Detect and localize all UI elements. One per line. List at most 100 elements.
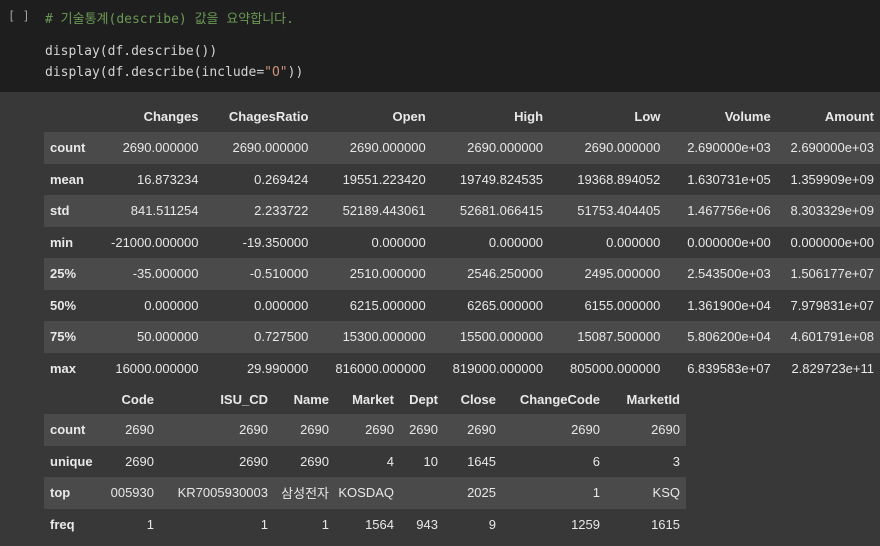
table-cell: 1 (321, 516, 329, 532)
table-cell: -35.000000 (132, 266, 199, 282)
row-label: mean (50, 171, 84, 187)
code-string: "O" (264, 65, 288, 80)
table-cell: 0.000000 (606, 234, 661, 250)
row-label: top (50, 485, 71, 501)
table-cell: 9 (488, 516, 496, 532)
table-cell: 1 (592, 485, 600, 501)
table-cell: 15087.500000 (577, 329, 661, 345)
table-row: count 2690.000000 2690.000000 2690.000000 26… (44, 132, 880, 164)
column-header: Volume (724, 108, 771, 124)
row-label: 50% (50, 297, 77, 313)
table-cell: 816000.000000 (335, 360, 426, 376)
run-cell-button[interactable]: [ ] (8, 9, 30, 23)
row-label: 75% (50, 329, 77, 345)
table-cell: 1615 (651, 516, 680, 532)
table-cell: 16.873234 (137, 171, 199, 187)
table-cell: 51753.404405 (577, 203, 661, 219)
table-cell: 6155.000000 (584, 297, 661, 313)
table-cell: 2.543500e+03 (687, 266, 771, 282)
table-cell: 2690.000000 (584, 140, 661, 156)
table-cell: 2690 (239, 453, 268, 469)
column-header: ChangeCode (519, 391, 600, 407)
table-cell: 0.000000 (144, 297, 199, 313)
code-text-suffix: )) (287, 65, 304, 80)
table-cell: 805000.000000 (570, 360, 661, 376)
index-header (44, 100, 94, 132)
table-cell: 819000.000000 (452, 360, 544, 376)
table-cell: 1.359909e+09 (790, 171, 874, 187)
table-cell: 2690 (467, 422, 496, 438)
table-cell: 2690 (571, 422, 600, 438)
column-header: Low (634, 108, 661, 124)
table-cell: 2495.000000 (584, 266, 661, 282)
table-cell: 1564 (365, 516, 394, 532)
table-cell: 1259 (571, 516, 600, 532)
table-cell: 2690 (409, 422, 438, 438)
table-row: 50% 0.000000 0.000000 6215.000000 6265.00000… (44, 289, 880, 321)
code-line-3: display(df.describe(include="O")) (45, 65, 303, 80)
code-text: display(df.describe()) (45, 44, 218, 59)
code-line-2: display(df.describe()) (45, 44, 217, 59)
table-cell: 4.601791e+08 (790, 329, 874, 345)
table-cell: 삼성전자 (281, 486, 329, 502)
table-cell: 52189.443061 (342, 203, 426, 219)
table-cell: 6 (592, 453, 600, 469)
table-cell: 2690 (300, 422, 329, 438)
table-cell: 841.511254 (130, 203, 199, 219)
table-cell: 2510.000000 (349, 266, 426, 282)
column-header: Changes (143, 108, 199, 124)
row-label: freq (50, 516, 75, 532)
column-header: High (514, 108, 544, 124)
code-comment: # 기술통계(describe) 값을 요약합니다. (45, 12, 294, 27)
table-row: 75% 50.000000 0.727500 15300.000000 15500.00… (44, 321, 880, 353)
table-cell: 19749.824535 (459, 171, 544, 187)
row-label: std (50, 203, 70, 219)
table-row: unique 2690 2690 2690 4 10 1645 6 3 (44, 445, 686, 477)
table-cell: 3 (672, 453, 680, 469)
table-cell: 2546.250000 (467, 266, 544, 282)
table-cell (400, 477, 444, 509)
code-text: display(df.describe(include= (45, 65, 265, 80)
table-cell: 2025 (467, 485, 496, 501)
cell-output: Changes ChagesRatio Open High Low Volume Amoun… (0, 92, 880, 546)
table-cell: 6.839583e+07 (687, 360, 771, 376)
table-cell: 10 (423, 453, 438, 469)
table-cell: 6265.000000 (467, 297, 544, 313)
table-cell: 1.361900e+04 (687, 297, 771, 313)
table-cell: 2.690000e+03 (790, 140, 874, 156)
column-header: ISU_CD (220, 391, 268, 407)
column-header: Code (121, 391, 155, 407)
table-cell: 2690 (239, 422, 268, 438)
row-label: max (50, 360, 77, 376)
table-cell: 2690 (365, 422, 394, 438)
table-cell: 29.990000 (246, 360, 309, 376)
table-cell: 2690 (651, 422, 680, 438)
table-cell: 1.630731e+05 (687, 171, 771, 187)
row-label: count (50, 422, 86, 438)
table-cell: 19368.894052 (577, 171, 661, 187)
table-cell: 50.000000 (137, 329, 199, 345)
column-header: Name (293, 391, 329, 407)
table-cell: KSQ (652, 485, 680, 501)
row-label: min (50, 234, 74, 250)
table-header-row: Changes ChagesRatio Open High Low Volume Amoun… (44, 100, 880, 132)
table-cell: 1.467756e+06 (687, 203, 771, 219)
table-cell: 2.829723e+11 (791, 360, 874, 376)
table-cell: 2690 (125, 453, 154, 469)
table-row: top 005930 KR7005930003 삼성전자 KOSDAQ 2025 1 KSQ (44, 477, 686, 509)
table-cell: 1 (260, 516, 268, 532)
code-line-1: # 기술통계(describe) 값을 요약합니다. (45, 8, 294, 27)
table-cell: 943 (416, 516, 438, 532)
table-row: mean 16.873234 0.269424 19551.223420 19749.8… (44, 163, 880, 195)
table-cell: 2690.000000 (349, 140, 426, 156)
table-cell: 2690.000000 (122, 140, 199, 156)
code-cell[interactable]: [ ] # 기술통계(describe) 값을 요약합니다. display(d… (0, 0, 880, 92)
table-header-row: Code ISU_CD Name Market Dept Close ChangeCode M… (44, 384, 686, 414)
table-cell: 52681.066415 (459, 203, 544, 219)
table-cell: 2.690000e+03 (687, 140, 771, 156)
column-header: Close (460, 391, 496, 407)
table-cell: 2690.000000 (467, 140, 544, 156)
table-cell: 1.506177e+07 (790, 266, 874, 282)
table-cell: 0.269424 (254, 171, 309, 187)
table-cell: 2.233722 (254, 203, 309, 219)
